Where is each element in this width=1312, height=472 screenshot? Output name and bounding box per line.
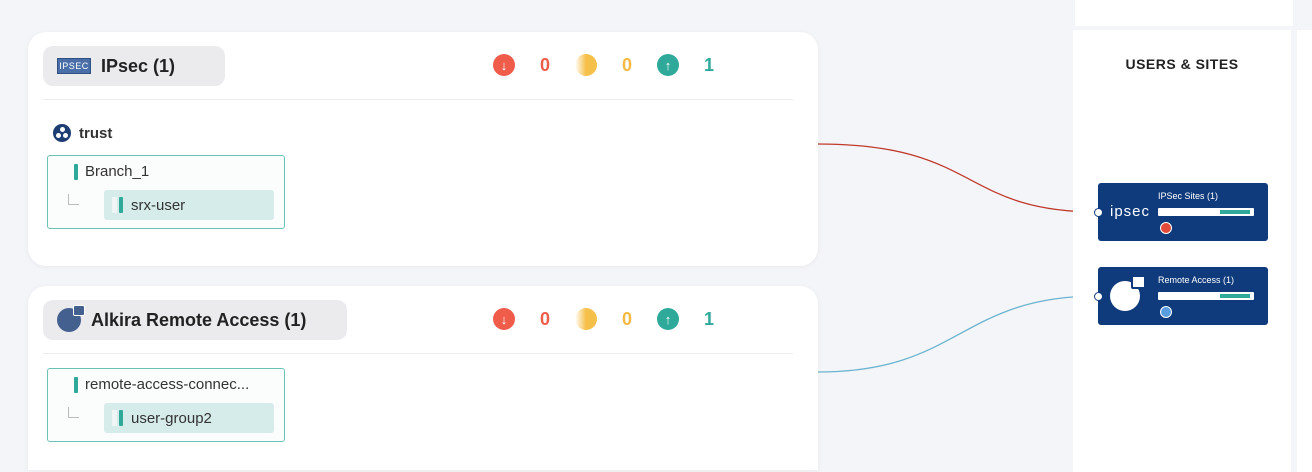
child-name: user-group2: [131, 409, 212, 427]
child-item[interactable]: user-group2: [104, 403, 274, 433]
status-counters: ↓ 0 0 ↑ 1: [493, 54, 739, 76]
degraded-half-circle-icon: [575, 308, 597, 330]
site-health-bar: [1158, 208, 1254, 216]
top-panel-strip: [1075, 0, 1293, 26]
segment-icon: [53, 124, 71, 142]
globe-status-icon: [1160, 306, 1172, 318]
group-title: Alkira Remote Access (1): [91, 309, 307, 330]
child-ghost-bar: [112, 410, 117, 426]
ipsec-link-line: [817, 143, 1099, 213]
status-counters: ↓ 0 0 ↑ 1: [493, 308, 739, 330]
degraded-count: 0: [621, 54, 632, 75]
degraded-half-circle-icon: [575, 54, 597, 76]
ipsec-group-header[interactable]: IPSEC IPsec (1): [43, 46, 225, 86]
globe-lock-icon: [57, 305, 85, 332]
remote-access-node[interactable]: Remote Access (1): [1094, 267, 1268, 325]
globe-status-icon: [1160, 222, 1172, 234]
tree-elbow: [68, 194, 79, 205]
ipsec-logo-icon: ipsec: [1110, 203, 1151, 220]
child-status-bar: [119, 197, 123, 213]
down-arrow-icon: ↓: [493, 308, 515, 330]
segment-label: trust: [79, 124, 113, 142]
child-ghost-bar: [112, 197, 117, 213]
side-panel-edge: [1297, 30, 1312, 472]
up-arrow-icon: ↑: [657, 54, 679, 76]
group-title: IPsec (1): [101, 55, 176, 76]
tree-elbow: [68, 407, 79, 418]
remote-access-link-line: [817, 295, 1099, 373]
ipsec-group-card: IPSEC IPsec (1) ↓ 0 0 ↑ 1 trust Branch_1: [28, 32, 818, 266]
child-item[interactable]: srx-user: [104, 190, 274, 220]
globe-lock-icon: [1110, 275, 1146, 311]
segment-row: trust: [53, 124, 112, 142]
child-status-bar: [119, 410, 123, 426]
up-count: 1: [703, 54, 714, 75]
site-name: IPSec Sites (1): [1158, 191, 1219, 201]
ipsec-sites-node[interactable]: ipsec IPSec Sites (1): [1094, 183, 1268, 241]
up-count: 1: [703, 308, 714, 329]
divider: [43, 99, 793, 100]
link-node: [1094, 208, 1103, 217]
connector-row: Branch_1: [74, 163, 149, 180]
down-count: 0: [539, 308, 550, 329]
remote-access-group-header[interactable]: Alkira Remote Access (1): [43, 300, 347, 340]
site-health-bar: [1158, 292, 1254, 300]
connector-status-bar: [74, 376, 78, 393]
connector-row: remote-access-connec...: [74, 376, 249, 393]
connector-status-bar: [74, 163, 78, 180]
down-count: 0: [539, 54, 550, 75]
down-arrow-icon: ↓: [493, 54, 515, 76]
divider: [43, 353, 793, 354]
connector-box[interactable]: remote-access-connec... user-group2: [47, 368, 285, 442]
panel-title: USERS & SITES: [1125, 56, 1239, 72]
connector-box[interactable]: Branch_1 srx-user: [47, 155, 285, 229]
ipsec-logo-icon: IPSEC: [57, 58, 91, 74]
degraded-count: 0: [621, 308, 632, 329]
users-sites-panel: USERS & SITES ipsec IPSec Sites (1) Remo…: [1073, 30, 1291, 472]
connector-name: Branch_1: [85, 163, 150, 180]
connector-name: remote-access-connec...: [85, 376, 250, 393]
child-name: srx-user: [131, 196, 186, 214]
up-arrow-icon: ↑: [657, 308, 679, 330]
remote-access-group-card: Alkira Remote Access (1) ↓ 0 0 ↑ 1 remot…: [28, 286, 818, 470]
site-name: Remote Access (1): [1158, 275, 1235, 285]
link-node: [1094, 292, 1103, 301]
